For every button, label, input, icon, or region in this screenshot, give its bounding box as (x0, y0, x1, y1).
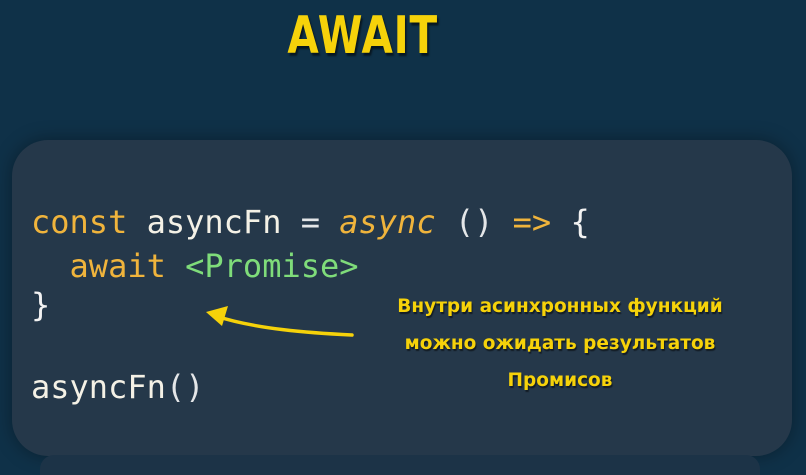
next-panel-edge (40, 455, 760, 475)
arrow-operator: => (512, 203, 552, 241)
promise-placeholder: <Promise> (185, 247, 359, 285)
keyword-await: await (69, 247, 166, 285)
open-brace: { (570, 203, 590, 241)
assign-operator: = (300, 203, 320, 241)
call-parens: () (165, 368, 205, 406)
code-line-3: } (31, 285, 50, 325)
function-call-name: asyncFn (31, 368, 166, 406)
code-line-4: asyncFn() (31, 367, 204, 407)
code-line-1: const asyncFn = async () => { (31, 202, 590, 242)
slide-title: AWAIT (287, 6, 438, 66)
code-line-2: await <Promise> (31, 246, 359, 286)
keyword-const: const (31, 203, 128, 241)
params-parens: () (454, 203, 494, 241)
function-name: asyncFn (146, 203, 282, 241)
close-brace: } (31, 286, 51, 324)
annotation-text: Внутри асинхронных функций можно ожидать… (397, 296, 723, 391)
keyword-async: async (339, 203, 436, 241)
